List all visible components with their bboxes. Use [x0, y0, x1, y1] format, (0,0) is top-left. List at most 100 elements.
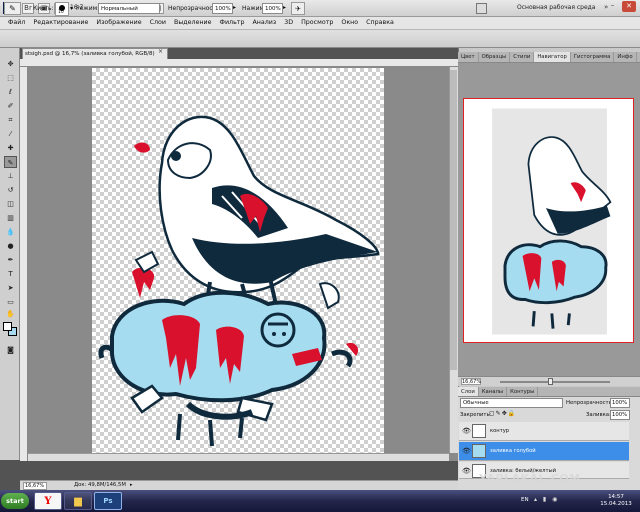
hand-tool-icon[interactable]: ✋: [4, 308, 17, 320]
scrollbar-thumb[interactable]: [450, 70, 457, 370]
options-bar: [0, 30, 640, 48]
tab-styles[interactable]: Стили: [510, 52, 535, 62]
artwork: [98, 115, 380, 447]
fill-input[interactable]: 100%: [610, 410, 630, 420]
gradient-tool-icon[interactable]: ▥: [4, 212, 17, 224]
layer-row[interactable]: 👁 контур: [459, 422, 629, 441]
quick-select-tool-icon[interactable]: ✐: [4, 100, 17, 112]
menu-select[interactable]: Выделение: [170, 17, 216, 29]
menu-bar: Файл Редактирование Изображение Слои Выд…: [0, 17, 640, 30]
chevron-right-icon[interactable]: ▸: [283, 4, 286, 11]
layer-name: контур: [490, 428, 510, 434]
chevron-right-icon[interactable]: ▸: [130, 482, 133, 488]
eye-icon[interactable]: 👁: [462, 427, 471, 435]
layer-thumbnail: [472, 424, 486, 438]
history-brush-tool-icon[interactable]: ↺: [4, 184, 17, 196]
tray-icons[interactable]: ▴ ▮ ◉: [534, 496, 559, 503]
navigator-preview[interactable]: [463, 98, 634, 343]
workspace-switcher[interactable]: Основная рабочая среда: [517, 4, 596, 11]
clock-date: 15.04.2013: [600, 501, 632, 507]
brush-panel-toggle[interactable]: [476, 3, 487, 14]
tab-layers[interactable]: Слои: [458, 387, 479, 396]
tool-preset-picker[interactable]: ✎: [4, 2, 21, 15]
pen-tool-icon[interactable]: ✒: [4, 254, 17, 266]
slider-handle[interactable]: [548, 378, 553, 385]
clone-stamp-tool-icon[interactable]: ⊥: [4, 170, 17, 182]
menu-edit[interactable]: Редактирование: [29, 17, 92, 29]
document-tab[interactable]: stsigh.psd @ 16,7% (заливка голубой, RGB…: [22, 48, 168, 59]
brush-size: 10: [58, 10, 64, 15]
layers-panel-tabs: Слои Каналы Контуры: [458, 387, 640, 397]
shape-tool-icon[interactable]: ▭: [4, 296, 17, 308]
chevron-down-icon[interactable]: ▾: [70, 5, 73, 12]
dodge-tool-icon[interactable]: ●: [4, 240, 17, 252]
fill-label: Заливка:: [586, 412, 611, 418]
status-zoom-input[interactable]: 16,67%: [23, 482, 47, 490]
blend-mode-select[interactable]: Обычные: [460, 398, 563, 408]
clock-time: 14:57: [608, 494, 624, 500]
lock-icons[interactable]: ▢✎✥🔒: [489, 410, 516, 417]
layer-thumbnail: [472, 444, 486, 458]
menu-window[interactable]: Окно: [337, 17, 362, 29]
tab-info[interactable]: Инфо: [614, 52, 637, 62]
menu-analysis[interactable]: Анализ: [248, 17, 280, 29]
eraser-tool-icon[interactable]: ◫: [4, 198, 17, 210]
canvas[interactable]: [92, 68, 384, 454]
foreground-color-swatch[interactable]: [3, 322, 12, 331]
menu-filter[interactable]: Фильтр: [216, 17, 249, 29]
lock-label: Закрепить:: [460, 412, 492, 418]
flow-input[interactable]: 100%: [262, 3, 283, 14]
menu-3d[interactable]: 3D: [280, 17, 297, 29]
navigator-zoom-slider[interactable]: [500, 381, 610, 383]
marquee-tool-icon[interactable]: ⬚: [4, 72, 17, 84]
language-indicator[interactable]: EN: [521, 497, 529, 503]
layer-opacity-input[interactable]: 100%: [610, 398, 630, 408]
crop-tool-icon[interactable]: ⌗: [4, 114, 17, 126]
quick-mask-icon[interactable]: ◙: [4, 344, 17, 356]
clock[interactable]: 14:57 15.04.2013: [596, 494, 636, 508]
navigator-zoom-input[interactable]: 16,67%: [461, 378, 481, 385]
ruler-vertical: [20, 67, 28, 461]
menu-image[interactable]: Изображение: [92, 17, 145, 29]
start-button[interactable]: start: [1, 493, 29, 509]
eye-icon[interactable]: 👁: [462, 447, 471, 455]
yandex-browser-icon[interactable]: Y: [34, 492, 62, 510]
menu-help[interactable]: Справка: [362, 17, 398, 29]
airbrush-icon[interactable]: ✈: [291, 2, 305, 15]
eyedropper-tool-icon[interactable]: ⁄: [4, 128, 17, 140]
horizontal-scrollbar[interactable]: [28, 453, 449, 461]
photoshop-taskbar-icon[interactable]: Ps: [94, 492, 122, 510]
mode-label: Режим:: [76, 5, 100, 12]
layer-opacity-label: Непрозрачность:: [566, 400, 614, 406]
ruler-horizontal: [20, 59, 458, 67]
menu-file[interactable]: Файл: [4, 17, 29, 29]
tab-histogram[interactable]: Гистограмма: [571, 52, 615, 62]
navigator-panel-tabs: Цвет Образцы Стили Навигатор Гистограмма…: [458, 52, 640, 63]
move-tool-icon[interactable]: ✥: [4, 58, 17, 70]
blur-tool-icon[interactable]: 💧: [4, 226, 17, 238]
layer-name: заливка голубой: [490, 448, 536, 454]
menu-layers[interactable]: Слои: [146, 17, 170, 29]
opacity-input[interactable]: 100%: [212, 3, 233, 14]
brush-label: Кисть:: [33, 5, 54, 12]
healing-tool-icon[interactable]: ✚: [4, 142, 17, 154]
mode-select[interactable]: Нормальный: [98, 3, 160, 14]
minimize-button[interactable]: –: [608, 2, 617, 11]
type-tool-icon[interactable]: T: [4, 268, 17, 280]
close-window-button[interactable]: ✕: [622, 1, 636, 12]
tab-color[interactable]: Цвет: [458, 52, 479, 62]
tab-swatches[interactable]: Образцы: [479, 52, 511, 62]
chevron-right-icon[interactable]: ▸: [233, 4, 236, 11]
menu-view[interactable]: Просмотр: [297, 17, 337, 29]
eye-icon[interactable]: 👁: [462, 467, 471, 475]
folder-icon[interactable]: ▆: [64, 492, 92, 510]
tab-channels[interactable]: Каналы: [479, 387, 508, 396]
path-select-tool-icon[interactable]: ➤: [4, 282, 17, 294]
tab-paths[interactable]: Контуры: [507, 387, 539, 396]
layer-row-selected[interactable]: 👁 заливка голубой: [459, 442, 629, 461]
tab-navigator[interactable]: Навигатор: [534, 52, 571, 62]
brush-tool-icon[interactable]: ✎: [4, 156, 17, 168]
lasso-tool-icon[interactable]: ℓ: [4, 86, 17, 98]
watermark: YAPLAKAL.COM: [479, 472, 581, 485]
close-icon[interactable]: ×: [158, 48, 163, 55]
